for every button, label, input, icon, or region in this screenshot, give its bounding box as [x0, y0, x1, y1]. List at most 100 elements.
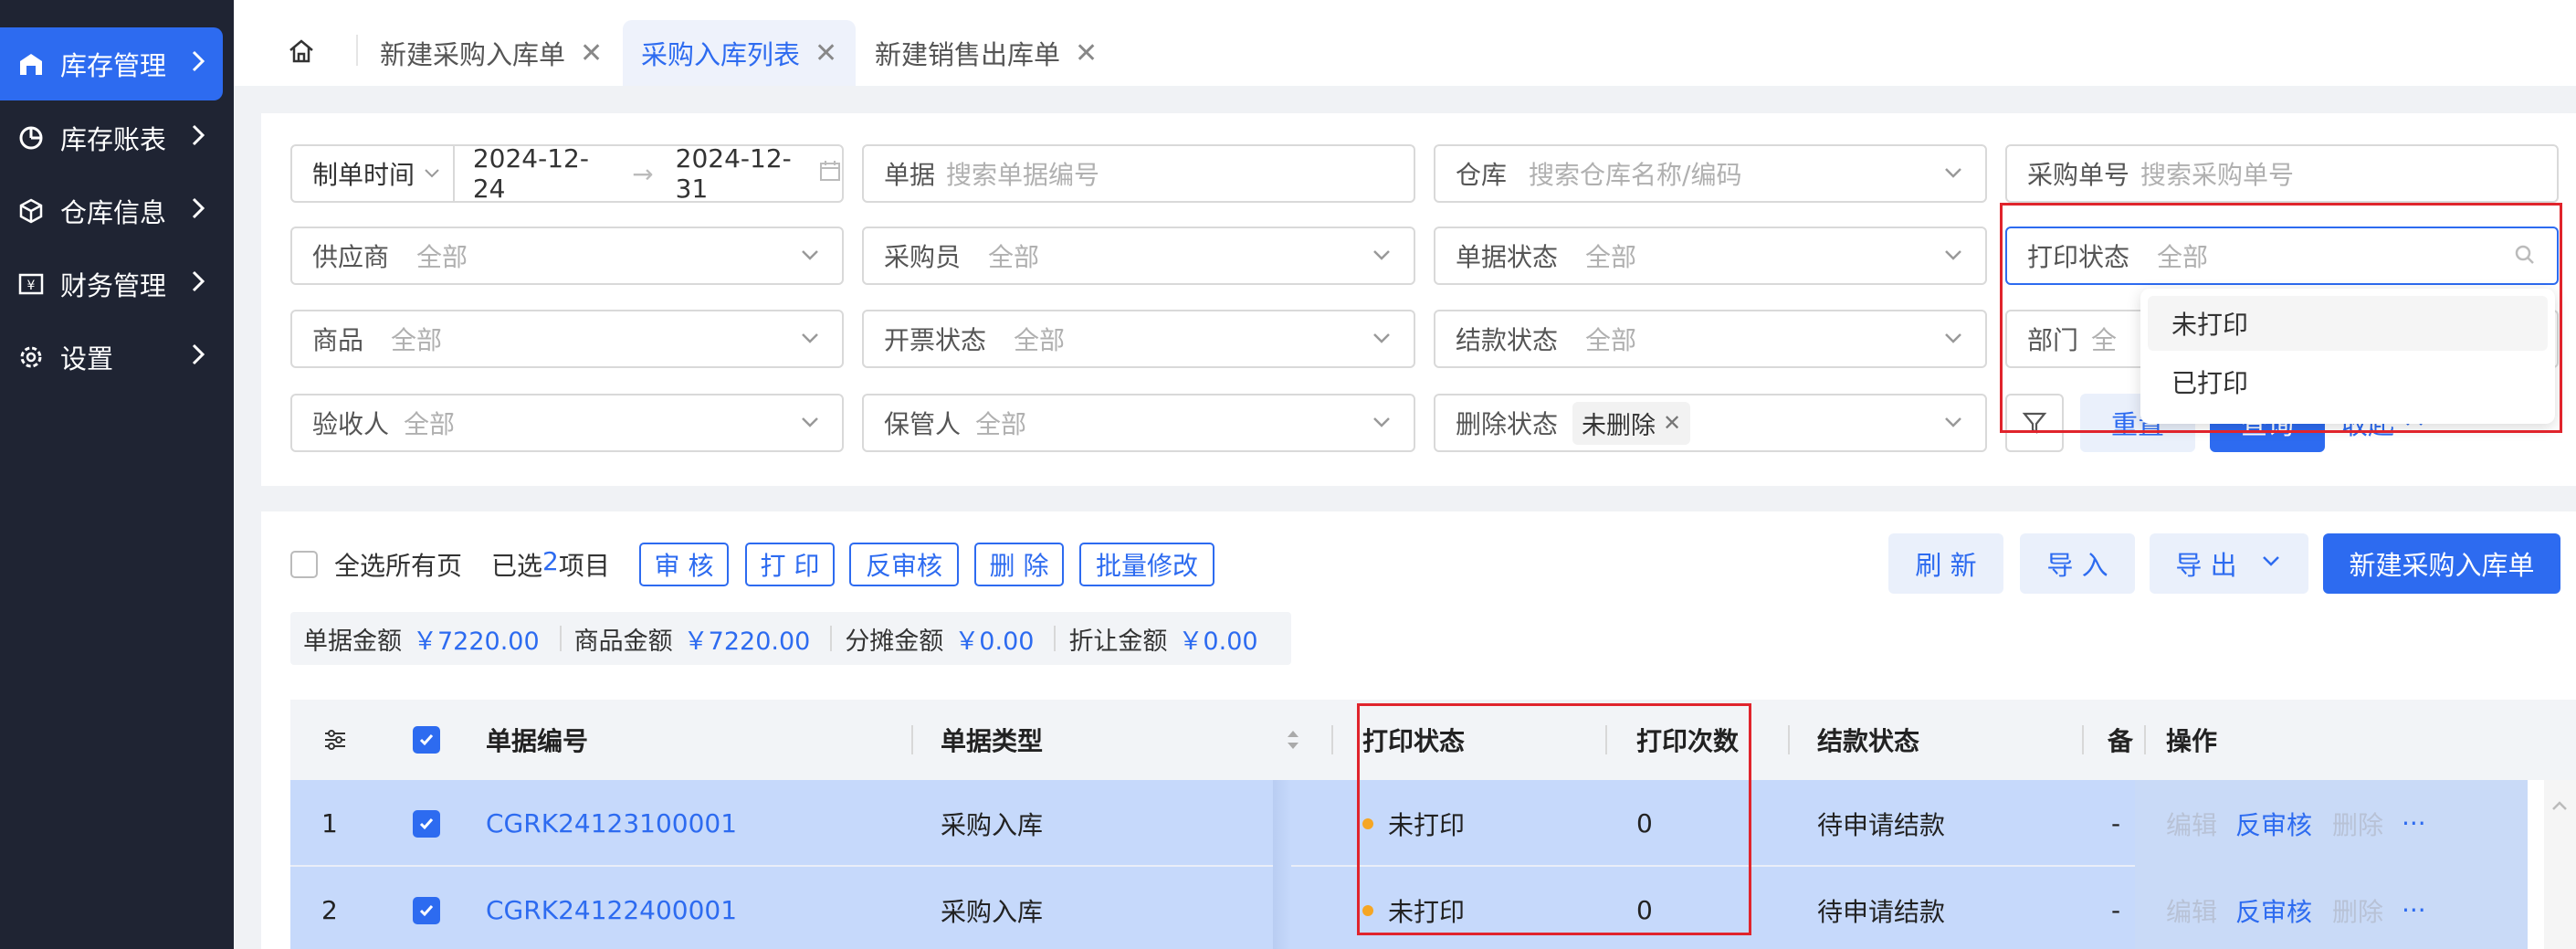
date-start[interactable]: 2024-12-24	[473, 143, 610, 204]
new-purchase-inbound-button[interactable]: 新建采购入库单	[2323, 533, 2560, 594]
date-type-label[interactable]: 制单时间	[312, 155, 415, 192]
close-icon[interactable]: ✕	[815, 37, 837, 69]
sidebar-item-label: 库存账表	[60, 124, 167, 155]
keeper-value: 全部	[975, 409, 1027, 439]
tab-new-purchase-inbound[interactable]: 新建采购入库单 ✕	[362, 20, 621, 86]
warehouse-search-field[interactable]: 仓库 搜索仓库名称/编码	[1434, 144, 1987, 203]
doc-status-select[interactable]: 单据状态 全部	[1434, 227, 1987, 285]
home-icon[interactable]	[283, 33, 320, 69]
audit-button[interactable]: 审 核	[639, 543, 729, 586]
product-select[interactable]: 商品 全部	[290, 310, 844, 368]
chevron-right-icon	[190, 269, 206, 300]
date-end[interactable]: 2024-12-31	[676, 143, 813, 204]
invoice-status-select[interactable]: 开票状态 全部	[862, 310, 1415, 368]
warehouse-search-input[interactable]: 搜索仓库名称/编码	[1529, 155, 1741, 192]
row-checkbox[interactable]	[413, 867, 440, 949]
more-icon[interactable]: ···	[2402, 780, 2426, 867]
check-icon[interactable]	[413, 726, 440, 754]
summary-label: 商品金额	[573, 627, 673, 656]
chevron-down-icon	[2259, 548, 2283, 579]
unaudit-link[interactable]: 反审核	[2235, 780, 2312, 867]
select-all-checkbox[interactable]	[290, 551, 318, 578]
calendar-icon[interactable]	[818, 159, 842, 189]
unaudit-link[interactable]: 反审核	[2235, 867, 2312, 949]
remark-cell: -	[2111, 895, 2121, 925]
svg-text:¥: ¥	[27, 279, 36, 293]
tab-bar: 新建采购入库单 ✕ 采购入库列表 ✕ 新建销售出库单 ✕	[234, 0, 2576, 86]
column-settings-icon[interactable]	[321, 700, 349, 780]
sidebar-item-label: 仓库信息	[60, 197, 167, 228]
chevron-down-icon	[422, 159, 442, 189]
chevron-down-icon	[1940, 408, 1967, 436]
doc-search-field[interactable]: 单据 搜索单据编号	[862, 144, 1415, 203]
delete-button[interactable]: 删 除	[974, 543, 1064, 586]
header-doc-type[interactable]: 单据类型	[941, 700, 1043, 780]
close-icon[interactable]: ✕	[580, 37, 603, 69]
doc-search-input[interactable]: 搜索单据编号	[946, 155, 1099, 192]
delete-status-label: 删除状态	[1456, 409, 1559, 439]
sidebar-item-inventory-management[interactable]: 库存管理	[0, 27, 223, 100]
header-settle-status[interactable]: 结款状态	[1817, 700, 1919, 780]
selected-prefix: 已选	[491, 551, 543, 581]
summary-label: 单据金额	[303, 627, 402, 656]
doc-no-link[interactable]: CGRK24123100001	[486, 780, 737, 867]
export-button[interactable]: 导 出	[2150, 533, 2308, 594]
sidebar-item-finance[interactable]: ¥ 财务管理	[0, 248, 223, 321]
check-icon[interactable]	[413, 896, 440, 924]
chevron-up-icon	[2550, 796, 2570, 820]
pie-chart-icon	[15, 121, 47, 154]
edit-link[interactable]: 编辑	[2166, 867, 2217, 949]
sidebar-item-settings[interactable]: 设置	[0, 321, 223, 394]
sort-icon[interactable]	[1284, 700, 1302, 780]
inspector-select[interactable]: 验收人 全部	[290, 394, 844, 452]
sidebar-item-warehouse-info[interactable]: 仓库信息	[0, 174, 223, 248]
yen-icon: ¥	[15, 268, 47, 301]
selected-count-text: 已选 2 项目	[491, 546, 610, 583]
row-checkbox[interactable]	[413, 780, 440, 867]
date-range-filter[interactable]: 制单时间 2024-12-24 → 2024-12-31	[290, 143, 844, 204]
remark-cell: -	[2111, 808, 2121, 838]
close-icon[interactable]: ✕	[1075, 37, 1098, 69]
refresh-button[interactable]: 刷 新	[1888, 533, 2003, 594]
cube-icon	[15, 195, 47, 227]
delete-link[interactable]: 删除	[2332, 867, 2383, 949]
edit-link[interactable]: 编辑	[2166, 780, 2217, 867]
row-index: 1	[321, 808, 338, 838]
buyer-select[interactable]: 采购员 全部	[862, 227, 1415, 285]
unaudit-button[interactable]: 反审核	[849, 543, 959, 586]
close-icon[interactable]: ✕	[1663, 410, 1681, 436]
purchase-no-field[interactable]: 采购单号 搜索采购单号	[2005, 144, 2559, 203]
keeper-select[interactable]: 保管人 全部	[862, 394, 1415, 452]
summary-label: 分摊金额	[845, 627, 944, 656]
settle-status-select[interactable]: 结款状态 全部	[1434, 310, 1987, 368]
more-icon[interactable]: ···	[2402, 867, 2426, 949]
delete-status-select[interactable]: 删除状态 未删除 ✕	[1434, 394, 1987, 452]
tab-new-sales-outbound[interactable]: 新建销售出库单 ✕	[857, 20, 1116, 86]
doc-no-link[interactable]: CGRK24122400001	[486, 867, 737, 949]
header-remark[interactable]: 备	[2108, 700, 2133, 780]
gear-icon	[15, 341, 47, 374]
check-icon[interactable]	[413, 809, 440, 838]
sidebar-item-inventory-ledger[interactable]: 库存账表	[0, 101, 223, 174]
scrollbar[interactable]	[2544, 780, 2576, 949]
sidebar-item-label: 财务管理	[60, 270, 167, 301]
delete-link[interactable]: 删除	[2332, 780, 2383, 867]
purchase-no-input[interactable]: 搜索采购单号	[2140, 155, 2294, 192]
inspector-value: 全部	[404, 409, 456, 439]
tab-label: 新建采购入库单	[380, 39, 566, 70]
header-doc-no[interactable]: 单据编号	[486, 700, 588, 780]
supplier-select[interactable]: 供应商 全部	[290, 227, 844, 285]
invoice-status-value: 全部	[1014, 325, 1066, 355]
header-checkbox[interactable]	[413, 700, 440, 780]
summary-value: ￥7220.00	[683, 627, 811, 656]
tab-purchase-inbound-list[interactable]: 采购入库列表 ✕	[623, 20, 857, 86]
delete-status-tag[interactable]: 未删除 ✕	[1572, 401, 1691, 445]
import-button[interactable]: 导 入	[2020, 533, 2135, 594]
print-button[interactable]: 打 印	[745, 543, 835, 586]
purchase-no-label: 采购单号	[2027, 160, 2130, 190]
warehouse-icon	[15, 47, 47, 80]
sidebar-item-label: 设置	[60, 343, 114, 374]
select-all-pages[interactable]: 全选所有页	[290, 546, 462, 583]
batch-edit-button[interactable]: 批量修改	[1079, 543, 1214, 586]
settle-status-cell: 待申请结款	[1817, 896, 1946, 927]
